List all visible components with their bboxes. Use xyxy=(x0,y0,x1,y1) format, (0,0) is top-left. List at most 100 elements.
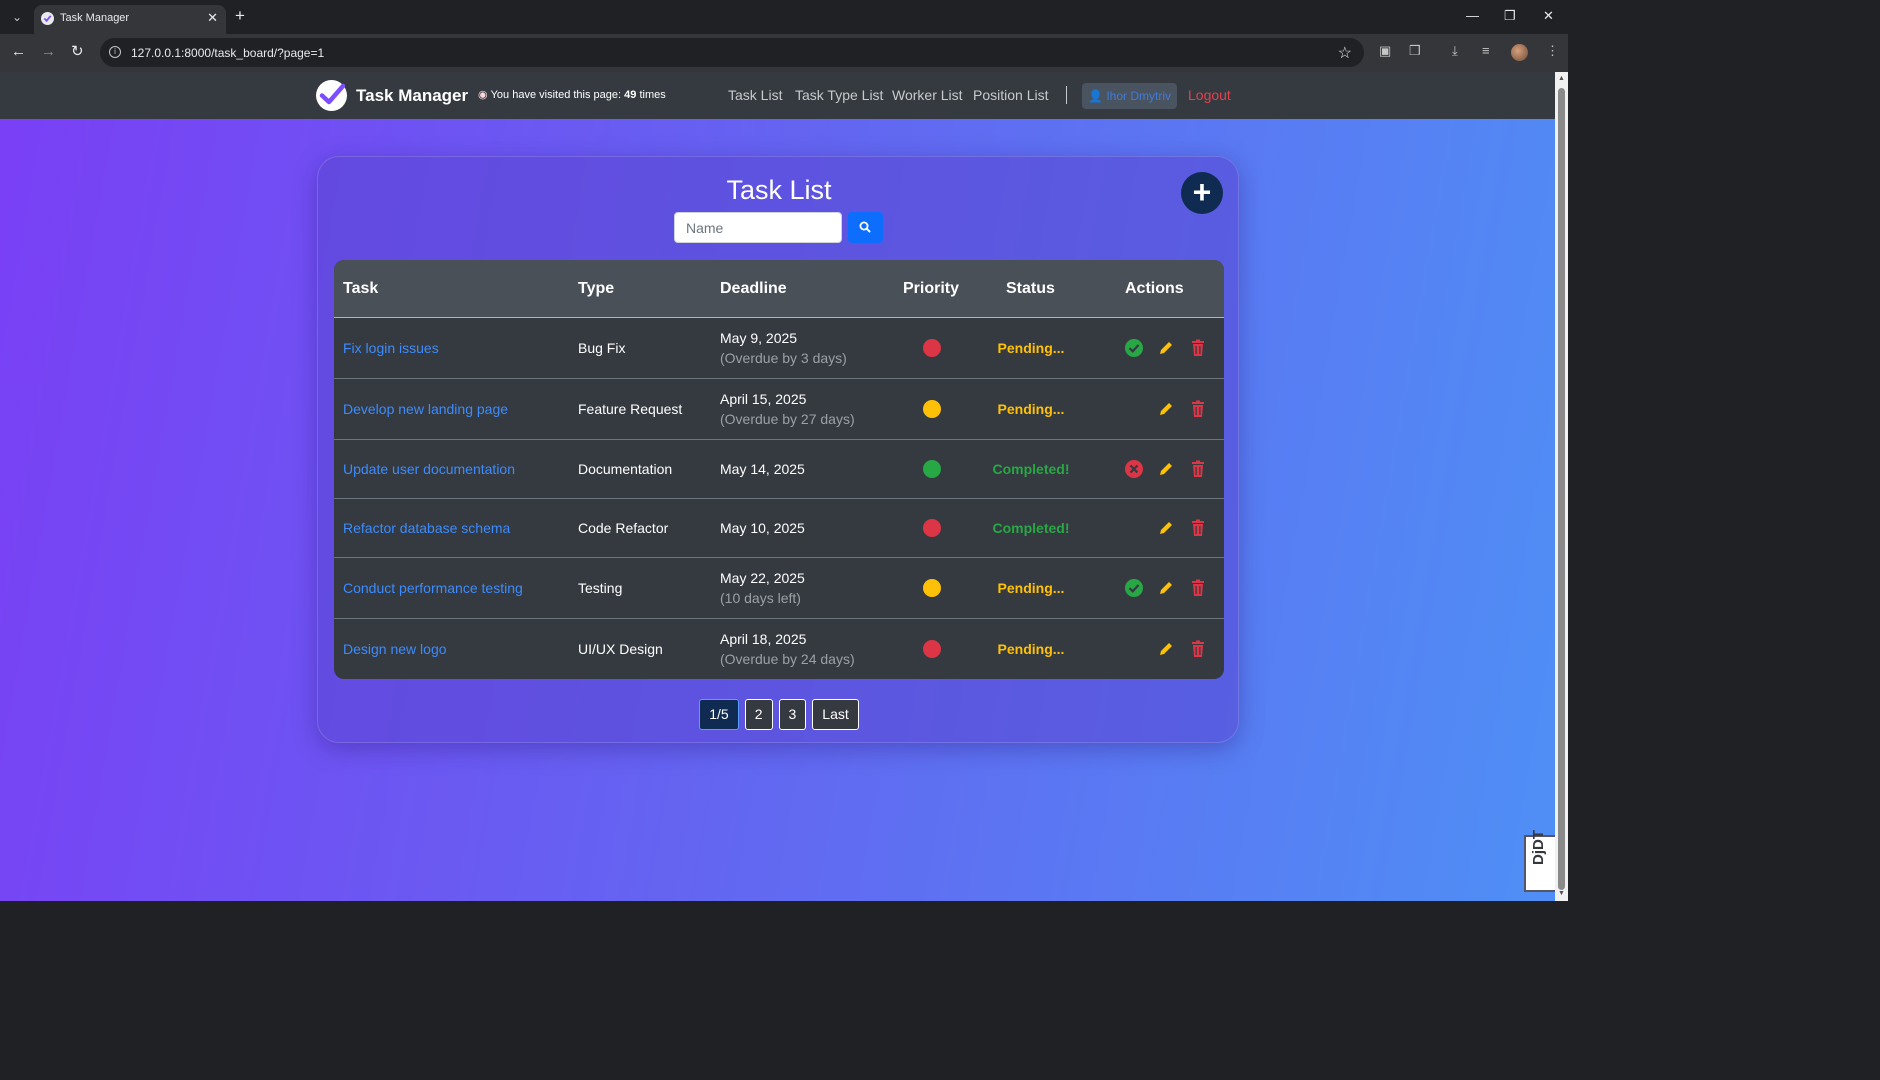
puzzle-icon[interactable]: ❒ xyxy=(1409,43,1421,59)
table-row: Fix login issues Bug Fix May 9, 2025 (Ove… xyxy=(334,318,1224,379)
edit-pencil-icon[interactable] xyxy=(1157,579,1175,597)
scroll-down-arrow-icon[interactable]: ▼ xyxy=(1557,890,1566,897)
priority-medium-dot xyxy=(923,400,941,418)
delete-trash-icon[interactable] xyxy=(1189,579,1207,597)
task-link[interactable]: Update user documentation xyxy=(343,461,515,477)
nav-link-task-type-list[interactable]: Task Type List xyxy=(795,87,883,103)
pagination-page-3[interactable]: 3 xyxy=(778,699,807,730)
status-badge: Pending... xyxy=(997,580,1065,596)
task-link[interactable]: Conduct performance testing xyxy=(343,580,523,596)
forward-icon[interactable]: → xyxy=(41,43,56,61)
tab-search-icon[interactable]: ⌄ xyxy=(6,6,28,28)
search-input[interactable] xyxy=(674,212,842,243)
task-link[interactable]: Design new logo xyxy=(343,641,447,657)
nav-link-task-list[interactable]: Task List xyxy=(728,87,782,103)
page-viewport: Task Manager ◉ You have visited this page… xyxy=(0,72,1555,901)
new-tab-icon[interactable]: + xyxy=(235,7,245,25)
restore-icon[interactable]: ❐ xyxy=(1504,8,1516,24)
task-link[interactable]: Refactor database schema xyxy=(343,520,510,536)
status-badge: Pending... xyxy=(997,340,1065,356)
mark-complete-icon[interactable] xyxy=(1125,339,1143,357)
task-link[interactable]: Develop new landing page xyxy=(343,401,508,417)
page-scrollbar[interactable]: ▲ ▼ xyxy=(1555,72,1568,901)
delete-trash-icon[interactable] xyxy=(1189,339,1207,357)
priority-high-dot xyxy=(923,339,941,357)
table-row: Develop new landing page Feature Request… xyxy=(334,379,1224,440)
nav-divider xyxy=(1066,86,1067,104)
brand-logo-icon[interactable] xyxy=(316,80,347,111)
nav-link-worker-list[interactable]: Worker List xyxy=(892,87,963,103)
delete-trash-icon[interactable] xyxy=(1189,460,1207,478)
bookmark-star-icon[interactable]: ☆ xyxy=(1338,43,1352,63)
header-task: Task xyxy=(343,280,379,297)
media-icon[interactable]: ≡ xyxy=(1482,43,1490,58)
extension-icon[interactable]: ▣ xyxy=(1379,43,1391,59)
task-link[interactable]: Fix login issues xyxy=(343,340,439,356)
header-priority: Priority xyxy=(903,280,960,297)
delete-trash-icon[interactable] xyxy=(1189,640,1207,658)
header-actions: Actions xyxy=(1125,280,1184,297)
table-row: Update user documentation Documentation … xyxy=(334,440,1224,499)
header-deadline: Deadline xyxy=(720,280,787,297)
task-type: Code Refactor xyxy=(578,520,669,536)
table-row: Conduct performance testing Testing May … xyxy=(334,558,1224,619)
deadline-note: (Overdue by 3 days) xyxy=(720,350,847,366)
user-profile-button[interactable]: 👤 Ihor Dmytriv xyxy=(1082,83,1177,109)
pagination-page-2[interactable]: 2 xyxy=(744,699,773,730)
browser-tab[interactable]: Task Manager ✕ xyxy=(34,5,226,34)
logout-link[interactable]: Logout xyxy=(1188,87,1231,103)
task-list-card: Task List + Task Type Deadline Priority … xyxy=(317,156,1239,743)
nav-link-position-list[interactable]: Position List xyxy=(973,87,1048,103)
close-window-icon[interactable]: ✕ xyxy=(1543,8,1554,24)
edit-pencil-icon[interactable] xyxy=(1157,400,1175,418)
deadline-note: (Overdue by 27 days) xyxy=(720,411,855,427)
edit-pencil-icon[interactable] xyxy=(1157,519,1175,537)
mark-complete-icon[interactable] xyxy=(1125,579,1143,597)
menu-dots-icon[interactable]: ⋮ xyxy=(1546,43,1559,59)
scroll-up-arrow-icon[interactable]: ▲ xyxy=(1557,75,1566,82)
pagination-current-page[interactable]: 1/5 xyxy=(699,699,739,730)
priority-medium-dot xyxy=(923,579,941,597)
address-bar[interactable]: i 127.0.0.1:8000/task_board/?page=1 ☆ xyxy=(100,38,1364,67)
task-deadline: May 9, 2025 (Overdue by 3 days) xyxy=(720,330,847,366)
status-badge: Pending... xyxy=(997,641,1065,657)
pagination: 1/5 2 3 Last xyxy=(318,699,1240,730)
table-row: Refactor database schema Code Refactor M… xyxy=(334,499,1224,558)
deadline-note: (Overdue by 24 days) xyxy=(720,651,855,667)
download-icon[interactable]: ⤓ xyxy=(1452,43,1458,59)
edit-pencil-icon[interactable] xyxy=(1157,339,1175,357)
profile-avatar[interactable] xyxy=(1511,44,1528,61)
brand-name[interactable]: Task Manager xyxy=(356,86,468,106)
task-type: Bug Fix xyxy=(578,340,626,356)
page-title: Task List xyxy=(726,175,832,205)
eye-icon: ◉ xyxy=(478,89,488,101)
minimize-icon[interactable]: — xyxy=(1466,8,1479,23)
tab-title: Task Manager xyxy=(60,12,130,24)
status-badge: Completed! xyxy=(992,520,1070,536)
url-text[interactable]: 127.0.0.1:8000/task_board/?page=1 xyxy=(131,46,324,60)
django-debug-toolbar-handle[interactable]: DjDT xyxy=(1524,830,1555,892)
reload-icon[interactable]: ↻ xyxy=(71,43,84,61)
site-info-icon[interactable]: i xyxy=(109,46,121,58)
status-badge: Completed! xyxy=(992,461,1070,477)
visit-counter: ◉ You have visited this page: 49 times xyxy=(478,89,666,101)
add-task-button[interactable]: + xyxy=(1181,172,1223,214)
status-badge: Pending... xyxy=(997,401,1065,417)
mark-incomplete-icon[interactable] xyxy=(1125,460,1143,478)
task-deadline: April 18, 2025 (Overdue by 24 days) xyxy=(720,631,855,667)
pagination-last[interactable]: Last xyxy=(812,699,859,730)
delete-trash-icon[interactable] xyxy=(1189,519,1207,537)
back-icon[interactable]: ← xyxy=(11,43,26,61)
edit-pencil-icon[interactable] xyxy=(1157,460,1175,478)
header-status: Status xyxy=(1006,280,1055,297)
search-button[interactable] xyxy=(848,212,883,243)
task-type: Feature Request xyxy=(578,401,683,417)
edit-pencil-icon[interactable] xyxy=(1157,640,1175,658)
scrollbar-thumb[interactable] xyxy=(1558,88,1565,890)
task-type: Testing xyxy=(578,580,623,596)
delete-trash-icon[interactable] xyxy=(1189,400,1207,418)
browser-tab-strip: ⌄ Task Manager ✕ + — ❐ ✕ xyxy=(0,0,1568,34)
priority-low-dot xyxy=(923,460,941,478)
close-tab-icon[interactable]: ✕ xyxy=(207,10,218,26)
task-type: Documentation xyxy=(578,461,673,477)
